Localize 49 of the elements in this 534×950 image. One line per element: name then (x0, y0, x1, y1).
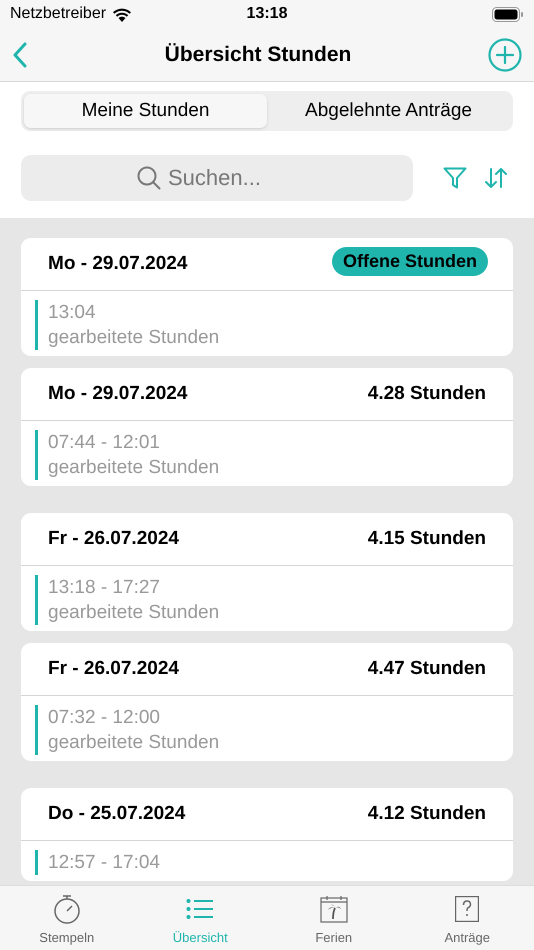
accent-bar (35, 430, 38, 480)
hours-total: 4.47 Stunden (368, 656, 486, 681)
segment-tab[interactable]: Abgelehnte Anträge (267, 94, 510, 128)
add-icon[interactable] (488, 38, 522, 72)
list-icon (186, 898, 214, 920)
time-range: 07:44 - 12:01 (48, 431, 161, 455)
calendar-palm-icon (320, 895, 348, 923)
entry-card[interactable]: Fr - 26.07.2024 4.47 Stunden 07:32 - 12:00 gearbeitete Stunden (21, 643, 513, 761)
tab-bar-item[interactable]: Stempeln (0, 886, 134, 950)
accent-bar (35, 850, 38, 875)
entry-label: gearbeitete Stunden (48, 601, 220, 625)
help-box-icon (455, 896, 480, 922)
status-time: 13:18 (246, 4, 288, 24)
hours-total: 4.15 Stunden (368, 526, 486, 551)
accent-bar (35, 705, 38, 755)
entry-card[interactable]: Do - 25.07.2024 4.12 Stunden 12:57 - 17:04 (21, 788, 513, 881)
time-range: 12:57 - 17:04 (48, 851, 160, 875)
wifi-icon (112, 6, 132, 22)
entry-date: Fr - 26.07.2024 (48, 526, 179, 551)
status-badge: Offene Stunden (332, 246, 488, 276)
tab-bar-item[interactable]: Ferien (267, 886, 400, 950)
carrier-name: Netzbetreiber (10, 4, 106, 24)
entry-date: Do - 25.07.2024 (48, 802, 186, 826)
entry-card[interactable]: Mo - 29.07.2024 Offene Stunden 13:04 gearbeitete Stunden (21, 238, 513, 356)
battery-icon (492, 6, 524, 22)
entry-label: gearbeitete Stunden (48, 456, 220, 480)
entry-date: Mo - 29.07.2024 (48, 252, 188, 276)
search-field[interactable]: Suchen... (21, 155, 413, 201)
back-icon[interactable] (12, 42, 28, 68)
entry-date: Mo - 29.07.2024 (48, 382, 188, 406)
entry-label: gearbeitete Stunden (48, 731, 220, 755)
time-range: 07:32 - 12:00 (48, 706, 161, 730)
entry-label: gearbeitete Stunden (48, 326, 220, 350)
sort-icon[interactable] (485, 168, 507, 188)
entry-card[interactable]: Fr - 26.07.2024 4.15 Stunden 13:18 - 17:27 gearbeitete Stunden (21, 513, 513, 631)
entry-card[interactable]: Mo - 29.07.2024 4.28 Stunden 07:44 - 12:01 gearbeitete Stunden (21, 368, 513, 486)
accent-bar (35, 575, 38, 625)
accent-bar (35, 300, 38, 350)
search-icon (136, 165, 162, 191)
tab-bar-item[interactable]: Anträge (400, 886, 534, 950)
time-range: 13:04 (48, 301, 97, 325)
page-title: Übersicht Stunden (164, 42, 352, 68)
hours-total: 4.28 Stunden (368, 382, 486, 406)
hours-total: 4.12 Stunden (368, 802, 486, 826)
segment-tab[interactable]: Meine Stunden (24, 94, 267, 128)
entry-date: Fr - 26.07.2024 (48, 656, 179, 681)
stopwatch-icon (52, 894, 81, 924)
time-range: 13:18 - 17:27 (48, 576, 161, 600)
filter-icon[interactable] (443, 167, 467, 189)
